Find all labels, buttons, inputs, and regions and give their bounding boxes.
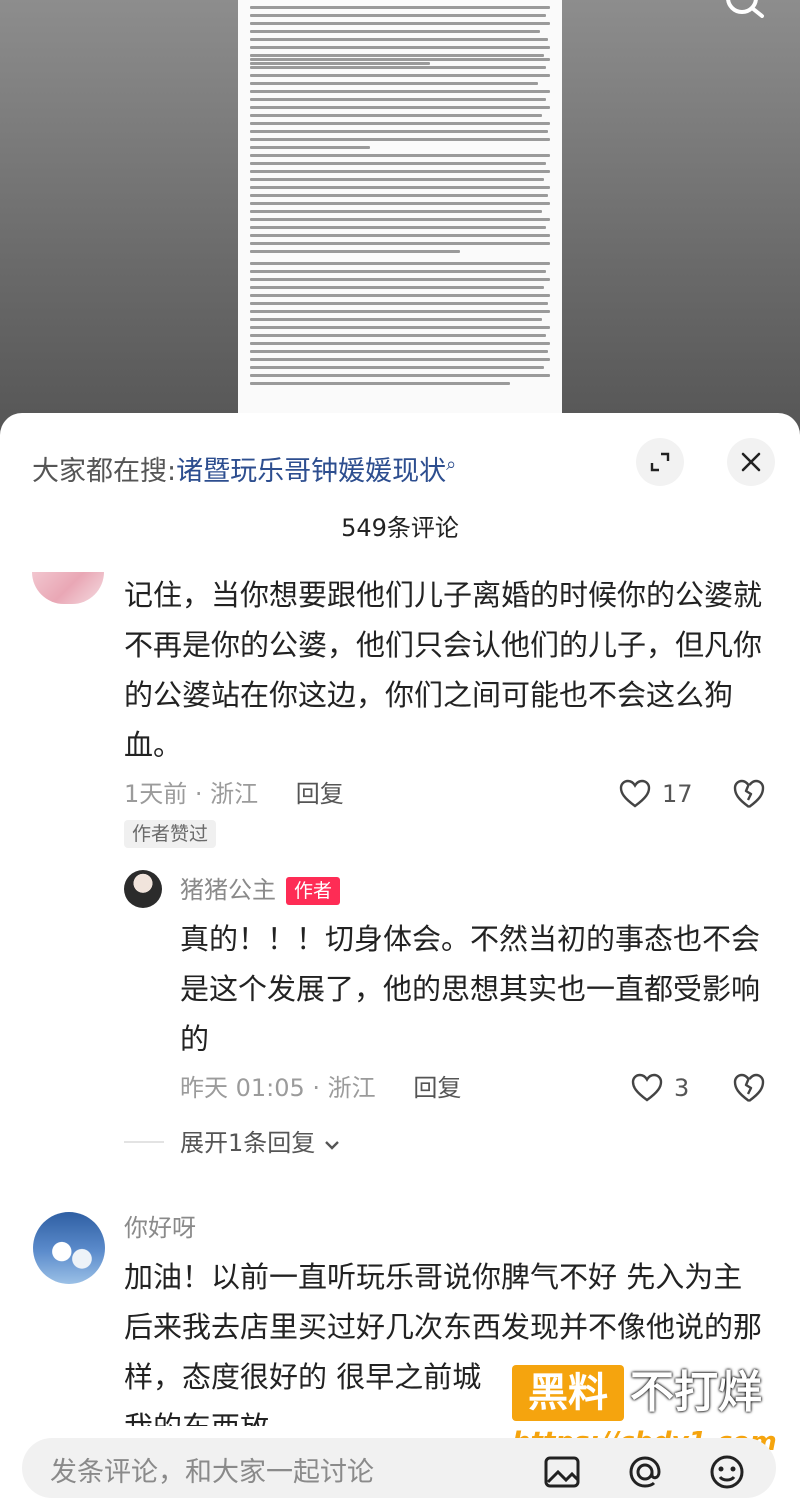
comment-meta: 1天前 · 浙江 回复 [124, 776, 344, 812]
comment-text-tail: 我的东西放 [124, 1402, 524, 1426]
search-small-icon: ⌕ [446, 454, 457, 475]
reply-button[interactable]: 回复 [296, 780, 344, 808]
close-icon [741, 452, 761, 472]
time-location: 1天前 · 浙江 [124, 780, 259, 808]
doc-text-block [250, 262, 550, 390]
comment-count: 549条评论 [341, 514, 459, 542]
watermark-text: 不打烊 [630, 1367, 762, 1418]
watermark-logo: 黑料 [512, 1365, 624, 1421]
like-count: 3 [674, 1074, 690, 1102]
hot-search-label: 大家都在搜: [32, 456, 177, 487]
broken-heart-icon[interactable] [732, 778, 766, 810]
username[interactable]: 猪猪公主 [180, 876, 276, 904]
reply-meta: 昨天 01:05 · 浙江 回复 [180, 1070, 461, 1106]
expand-replies-label: 展开1条回复 [180, 1129, 316, 1157]
hot-search-term[interactable]: 诸暨玩乐哥钟媛媛现状 [176, 456, 446, 487]
at-icon[interactable] [625, 1452, 665, 1492]
author-liked-badge: 作者赞过 [124, 820, 217, 848]
username[interactable]: 你好呀 [124, 1210, 196, 1246]
like-count: 17 [662, 780, 693, 808]
heart-icon [619, 779, 651, 808]
doc-text-block [250, 154, 550, 258]
chevron-down-icon [325, 1141, 339, 1150]
document-screenshot [238, 0, 562, 425]
like-button[interactable]: 17 [618, 776, 693, 812]
hot-search-bar[interactable]: 大家都在搜:诸暨玩乐哥钟媛媛现状⌕ [32, 447, 457, 487]
avatar[interactable] [124, 870, 162, 908]
heart-icon [631, 1073, 663, 1102]
like-button[interactable]: 3 [630, 1070, 689, 1106]
doc-text-block [250, 58, 550, 154]
time-location: 昨天 01:05 · 浙江 [180, 1074, 376, 1102]
expand-icon [650, 452, 670, 472]
expand-button[interactable] [636, 438, 684, 486]
comment-text: 记住，当你想要跟他们儿子离婚的时候你的公婆就不再是你的公婆，他们只会认他们的儿子… [124, 578, 763, 762]
emoji-icon[interactable] [707, 1452, 747, 1492]
avatar[interactable] [33, 1212, 105, 1284]
reply-button[interactable]: 回复 [413, 1074, 461, 1102]
expand-replies-button[interactable]: 展开1条回复 [180, 1125, 341, 1161]
divider-line [124, 1141, 164, 1143]
reply-username-row: 猪猪公主 作者 [180, 872, 341, 908]
close-button[interactable] [727, 438, 775, 486]
search-icon[interactable] [722, 0, 768, 18]
broken-heart-icon[interactable] [732, 1072, 766, 1104]
author-tag: 作者 [286, 877, 341, 905]
image-icon[interactable] [542, 1452, 582, 1492]
reply-text: 真的！！！切身体会。不然当初的事态也不会是这个发展了，他的思想其实也一直都受影响… [180, 922, 761, 1056]
